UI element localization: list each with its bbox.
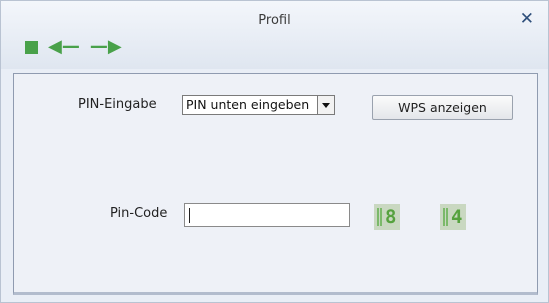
pin-digit-8-icon[interactable]: 8 [374, 204, 400, 230]
back-arrow-icon[interactable]: ◀— [48, 38, 80, 56]
title-bar: Profil ✕ ◀— —▶ [1, 1, 548, 69]
pin-entry-select-value: PIN unten eingeben [186, 97, 310, 112]
stop-icon[interactable] [25, 40, 38, 54]
chevron-down-icon[interactable] [317, 96, 334, 114]
pin-digit: 8 [385, 206, 397, 228]
wps-show-button[interactable]: WPS anzeigen [372, 95, 513, 120]
pin-code-input[interactable] [184, 203, 350, 227]
text-caret [189, 208, 190, 223]
pin-entry-select[interactable]: PIN unten eingeben [182, 95, 335, 115]
dialog-title: Profil [258, 13, 291, 28]
content-panel: PIN-Eingabe PIN unten eingeben WPS anzei… [13, 73, 538, 295]
pin-digit-4-icon[interactable]: 4 [440, 204, 466, 230]
profile-dialog: Profil ✕ ◀— —▶ PIN-Eingabe PIN unten ein… [0, 0, 549, 303]
pin-entry-label: PIN-Eingabe [78, 97, 157, 112]
pin-bars-icon [377, 208, 382, 226]
forward-arrow-icon[interactable]: —▶ [90, 38, 122, 56]
pin-bars-icon [443, 208, 448, 226]
close-icon[interactable]: ✕ [520, 11, 534, 28]
pin-digit: 4 [451, 206, 463, 228]
pin-code-label: Pin-Code [110, 206, 168, 221]
toolbar: ◀— —▶ [25, 38, 122, 56]
